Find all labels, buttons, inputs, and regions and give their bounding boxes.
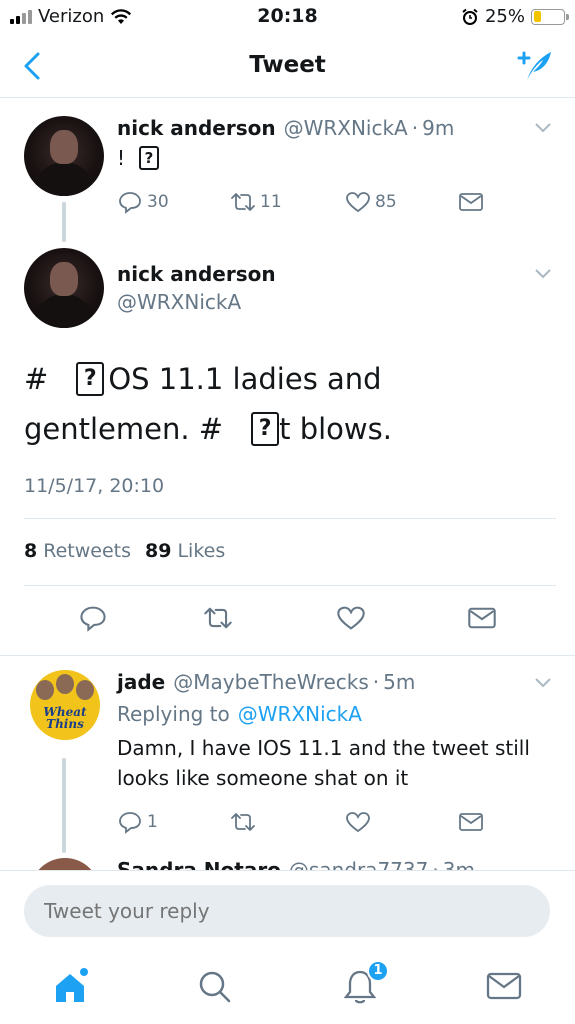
battery-icon: [531, 8, 569, 25]
replying-to: Replying to @WRXNickA: [117, 702, 362, 726]
chevron-down-icon[interactable]: [534, 677, 552, 689]
author-handle[interactable]: @WRXNickA: [117, 290, 241, 314]
page-title: Tweet: [249, 52, 326, 78]
search-icon[interactable]: [192, 964, 236, 1008]
heart-icon: [346, 812, 370, 833]
tweet-text-segment: gentlemen. #: [24, 412, 224, 446]
author-name[interactable]: nick anderson: [117, 116, 276, 140]
heart-icon: [346, 192, 370, 213]
thread-connector: [62, 202, 66, 242]
separator-dot: ·: [432, 858, 439, 870]
nav-bar: Tweet: [0, 34, 575, 98]
divider: [0, 655, 575, 656]
tweet-header: Sandra Notaro @sandra7737 · 3m: [117, 858, 475, 870]
compose-tweet-icon[interactable]: [515, 46, 555, 86]
status-bar: Verizon 20:18 25%: [0, 0, 575, 34]
author-handle[interactable]: @sandra7737: [289, 858, 428, 870]
envelope-icon: [459, 193, 483, 211]
tweet-timestamp: 11/5/17, 20:10: [24, 475, 165, 497]
avatar-logo-text: Wheat Thins: [43, 705, 87, 731]
avatar[interactable]: [24, 248, 104, 328]
next-tweet-partial[interactable]: Sandra Notaro @sandra7737 · 3m: [0, 852, 575, 870]
retweet-button[interactable]: [203, 604, 233, 632]
author-handle[interactable]: @WRXNickA: [284, 116, 408, 140]
engagement-stats: 8 Retweets 89 Likes: [24, 540, 225, 562]
avatar[interactable]: [30, 858, 100, 870]
retweet-icon: [231, 193, 255, 211]
tweet-age: 3m: [442, 858, 475, 870]
tweet-text-prefix: !: [117, 146, 126, 170]
author-name[interactable]: jade: [117, 670, 165, 694]
reply-button[interactable]: 1: [117, 810, 158, 834]
like-total[interactable]: 89: [145, 540, 171, 562]
tab-bar: 1: [0, 950, 575, 1024]
direct-message-button[interactable]: [467, 604, 497, 632]
like-button[interactable]: [345, 810, 371, 834]
missing-glyph-box: ?: [139, 146, 160, 170]
tweet-age: 9m: [422, 116, 455, 140]
author-handle[interactable]: @MaybeTheWrecks: [173, 670, 369, 694]
like-button[interactable]: [336, 604, 366, 632]
like-total-label[interactable]: Likes: [177, 540, 225, 562]
author-name[interactable]: nick anderson: [117, 262, 276, 286]
retweet-total[interactable]: 8: [24, 540, 37, 562]
reply-icon: [119, 812, 141, 834]
direct-message-button[interactable]: [458, 810, 484, 834]
tweet-text-segment: t blows.: [279, 412, 392, 446]
tweet-age: 5m: [383, 670, 416, 694]
replying-to-handle[interactable]: @WRXNickA: [238, 702, 362, 726]
tweet-text-line-2: gentlemen. # ? t blows.: [24, 412, 392, 446]
separator-dot: ·: [372, 670, 380, 694]
chevron-down-icon[interactable]: [534, 122, 552, 134]
like-count: 85: [375, 192, 397, 212]
envelope-icon: [468, 607, 496, 629]
status-right: 25%: [461, 6, 569, 27]
thread-connector: [62, 758, 66, 853]
tweet-text-segment: OS 11.1 ladies and: [108, 362, 382, 396]
retweet-icon: [231, 813, 255, 831]
reply-count: 1: [147, 812, 158, 832]
reply-icon: [119, 192, 141, 214]
retweet-count: 11: [260, 192, 282, 212]
tweet-text-line-1: Damn, I have IOS 11.1 and the tweet stil…: [117, 736, 530, 760]
divider: [24, 585, 556, 586]
messages-envelope-icon[interactable]: [482, 964, 526, 1008]
avatar[interactable]: Wheat Thins: [30, 670, 100, 740]
missing-glyph-box: ?: [251, 412, 280, 446]
reply-button[interactable]: [78, 604, 108, 632]
notifications-badge: 1: [367, 960, 389, 982]
missing-glyph-box: ?: [76, 362, 105, 396]
retweet-icon: [204, 607, 232, 629]
retweet-button[interactable]: [230, 810, 256, 834]
author-name[interactable]: Sandra Notaro: [117, 858, 281, 870]
retweet-button[interactable]: 11: [230, 190, 282, 214]
alarm-icon: [462, 8, 478, 25]
battery-percent: 25%: [484, 6, 525, 27]
like-button[interactable]: 85: [345, 190, 397, 214]
reply-composer-bar: [0, 870, 575, 950]
tweet-header: jade @MaybeTheWrecks · 5m: [117, 670, 415, 694]
tweet-text-segment: #: [24, 362, 49, 396]
tweet-text: ! ?: [117, 146, 160, 170]
tweet-text-line-1: # ? OS 11.1 ladies and: [24, 362, 382, 396]
reply-count: 30: [147, 192, 169, 212]
chevron-down-icon[interactable]: [534, 268, 552, 280]
envelope-icon: [459, 813, 483, 831]
reply-icon: [80, 606, 106, 632]
home-icon[interactable]: [48, 964, 92, 1008]
tweet-header: nick anderson @WRXNickA · 9m: [117, 116, 454, 140]
separator-dot: ·: [411, 116, 419, 140]
retweet-total-label[interactable]: Retweets: [43, 540, 131, 562]
replying-to-label: Replying to: [117, 702, 230, 726]
avatar[interactable]: [24, 116, 104, 196]
reply-button[interactable]: 30: [117, 190, 169, 214]
tweet-text-line-2: looks like someone shat on it: [117, 766, 409, 790]
reply-input[interactable]: [24, 885, 550, 937]
direct-message-button[interactable]: [458, 190, 484, 214]
heart-icon: [337, 606, 365, 630]
divider: [24, 518, 556, 519]
